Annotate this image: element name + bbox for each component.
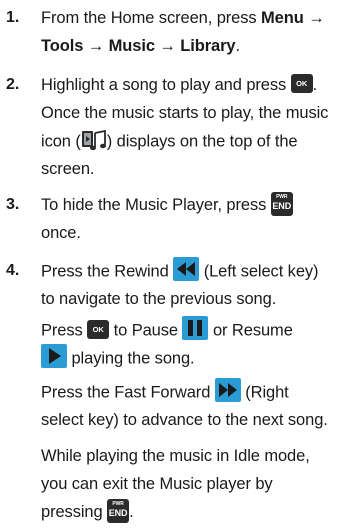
step-number: 1. (6, 9, 20, 26)
step-3-line-2: once. (41, 224, 81, 242)
step-4-line-8: you can exit the Music player by (41, 475, 273, 493)
step-number: 4. (6, 262, 20, 279)
step-2-line-2: Once the music starts to play, the music (41, 104, 329, 122)
step-1-line-2: Tools → Music → Library. (41, 37, 240, 55)
step-4-line-3: Press OK to Pause or Resume (41, 316, 293, 344)
step-2-line-3: icon ( ) displays on the top of the (41, 129, 298, 155)
rewind-icon (173, 257, 200, 283)
play-icon (41, 344, 67, 370)
end-key-icon: PWR END (107, 498, 130, 523)
step-2-line-4: screen. (41, 160, 95, 178)
step-4-line-7: While playing the music in Idle mode, (41, 447, 310, 465)
step-3-line-1: To hide the Music Player, press PWR END (41, 191, 293, 216)
step-4-line-5: Press the Fast Forward (Right (41, 378, 289, 406)
music-note-icon (81, 127, 107, 153)
step-number: 2. (6, 76, 20, 93)
step-1-line-1: From the Home screen, press Menu → (41, 9, 325, 27)
step-2-line-1: Highlight a song to play and press OK. (41, 74, 318, 94)
end-key-icon: PWR END (270, 191, 293, 216)
step-4-line-6: select key) to advance to the next song. (41, 411, 328, 429)
ok-key-icon: OK (290, 74, 313, 94)
step-4-line-9: pressing PWR END . (41, 498, 134, 523)
step-4-line-4: playing the song. (41, 344, 195, 372)
step-4-line-1: Press the Rewind (Left select key) (41, 257, 319, 285)
step-4-line-2: to navigate to the previous song. (41, 290, 277, 308)
step-number: 3. (6, 196, 20, 213)
fast-forward-icon (214, 378, 241, 404)
pause-icon (182, 316, 209, 342)
ok-key-icon: OK (87, 319, 110, 339)
instruction-page: 1. From the Home screen, press Menu → To… (0, 0, 353, 532)
